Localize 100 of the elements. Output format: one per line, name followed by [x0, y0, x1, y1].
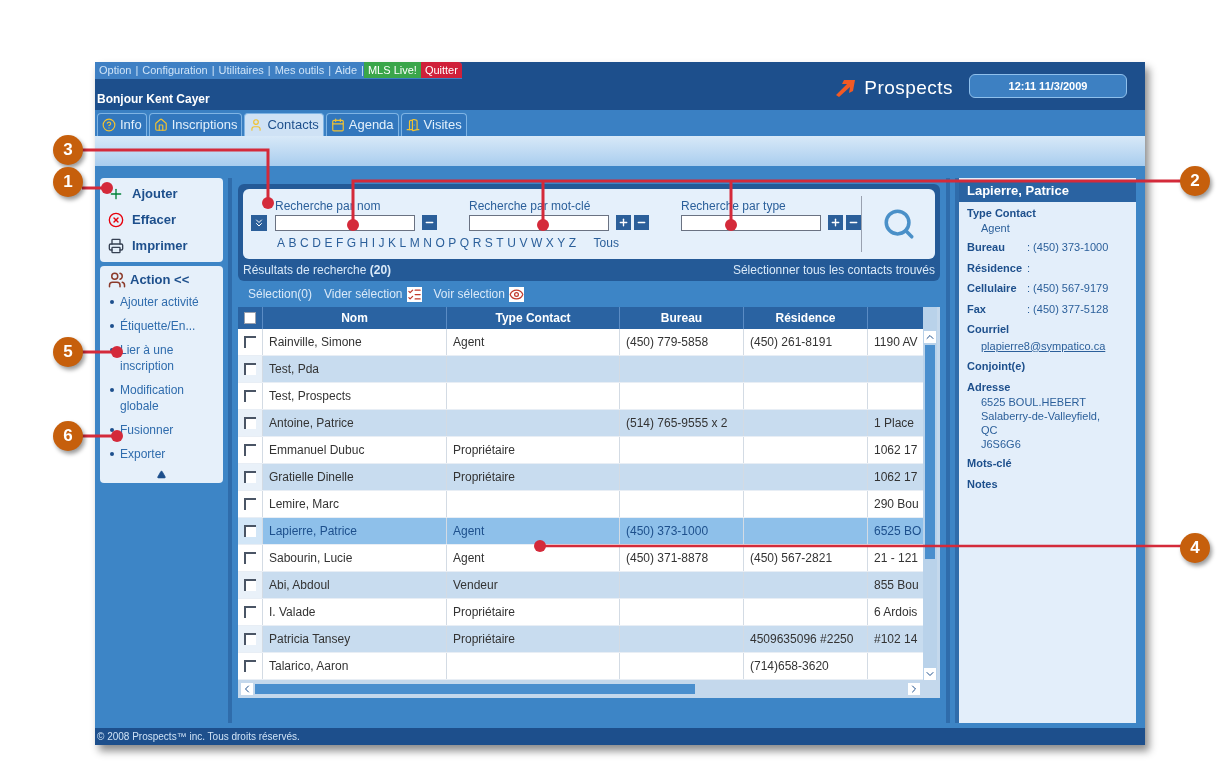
action-link[interactable]: Ajouter activité: [120, 293, 206, 310]
email-link[interactable]: plapierre8@sympatico.ca: [967, 337, 1128, 354]
menu-link[interactable]: Configuration: [138, 62, 212, 79]
action-link[interactable]: Étiquette/En...: [120, 317, 206, 334]
table-row[interactable]: Patricia Tansey Propriétaire 4509635096 #2250 #102 14: [238, 626, 923, 653]
sidebar-button[interactable]: Ajouter: [108, 182, 215, 206]
letter-link[interactable]: M: [409, 233, 421, 252]
menu-link[interactable]: Quitter: [420, 62, 462, 79]
row-checkbox[interactable]: [244, 417, 256, 429]
field-label: Type Contact: [967, 205, 1037, 221]
letter-link[interactable]: W: [530, 233, 543, 252]
cross-circle-icon: [108, 212, 124, 228]
menu-link[interactable]: Aide: [331, 62, 362, 79]
row-checkbox[interactable]: [244, 363, 256, 375]
letter-link[interactable]: S: [484, 233, 494, 252]
letter-link[interactable]: H: [359, 233, 369, 252]
search-field[interactable]: [469, 214, 609, 231]
letter-link[interactable]: R: [472, 233, 482, 252]
table-row[interactable]: Test, Pda: [238, 356, 923, 383]
letter-link[interactable]: A: [277, 233, 286, 252]
search-icon[interactable]: [882, 207, 916, 241]
table-row[interactable]: Test, Prospects: [238, 383, 923, 410]
expand-button[interactable]: [251, 214, 267, 231]
letter-link[interactable]: U: [507, 233, 517, 252]
table-row[interactable]: Emmanuel Dubuc Propriétaire 1062 17: [238, 437, 923, 464]
remove-button[interactable]: [846, 215, 861, 230]
greeting: Bonjour Kent Cayer: [97, 90, 211, 108]
letter-link[interactable]: L: [399, 233, 407, 252]
letter-link[interactable]: P: [448, 233, 457, 252]
table-cell-text: Test, Pda: [269, 361, 320, 378]
field-value: Salaberry-de-Valleyfield,: [980, 409, 1102, 423]
letter-link[interactable]: I: [371, 233, 376, 252]
letter-link[interactable]: Tous: [593, 233, 619, 252]
letter-link[interactable]: G: [346, 233, 357, 252]
action-link[interactable]: Exporter: [120, 445, 206, 462]
tab[interactable]: Visites: [400, 113, 467, 136]
table-row[interactable]: Sabourin, Lucie Agent (450) 371-8878 (450) 567-2821 21 - 121: [238, 545, 923, 572]
letter-link[interactable]: E: [324, 233, 333, 252]
row-checkbox[interactable]: [244, 633, 256, 645]
action-link[interactable]: Fusionner: [120, 421, 206, 438]
table-cell-text: Propriétaire: [453, 469, 516, 486]
row-checkbox[interactable]: [244, 471, 256, 483]
menu-separator: |: [135, 63, 139, 78]
table-row[interactable]: Lapierre, Patrice Agent (450) 373-1000 6525 BO: [238, 518, 923, 545]
search-field[interactable]: [681, 214, 821, 231]
add-button[interactable]: [828, 215, 843, 230]
letter-link[interactable]: O: [435, 233, 446, 252]
select-all-link[interactable]: Sélectionner tous les contacts trouvés: [732, 261, 935, 279]
table-row[interactable]: Talarico, Aaron (714)658-3620: [238, 653, 923, 680]
letter-link[interactable]: K: [388, 233, 397, 252]
table-cell-text: Emmanuel Dubuc: [269, 442, 365, 459]
menu-link[interactable]: Mes outils: [270, 62, 329, 79]
menu-link[interactable]: MLS Live!: [363, 62, 421, 79]
letter-link[interactable]: V: [519, 233, 528, 252]
add-button[interactable]: [616, 215, 631, 230]
double-chevron-icon: [253, 216, 265, 229]
letter-link[interactable]: N: [423, 233, 433, 252]
letter-link[interactable]: Y: [557, 233, 566, 252]
letter-link[interactable]: C: [300, 233, 310, 252]
sidebar-button[interactable]: Effacer: [108, 208, 215, 232]
letter-link[interactable]: B: [288, 233, 298, 252]
sidebar-button[interactable]: Imprimer: [108, 234, 215, 258]
callout-badge: 5: [53, 337, 83, 367]
table-cell-text: (450) 567-2821: [750, 550, 833, 567]
menu-link[interactable]: Option: [95, 62, 136, 79]
row-checkbox[interactable]: [244, 579, 256, 591]
search-field[interactable]: [275, 214, 415, 231]
letter-link[interactable]: J: [378, 233, 386, 252]
letter-link[interactable]: Q: [459, 233, 470, 252]
letter-link[interactable]: Z: [568, 233, 577, 252]
table-cell-text: Antoine, Patrice: [269, 415, 354, 432]
table-row[interactable]: Lemire, Marc 290 Bou: [238, 491, 923, 518]
table-cell-text: Patricia Tansey: [269, 631, 351, 648]
table-row[interactable]: Abi, Abdoul Vendeur 855 Bou: [238, 572, 923, 599]
letter-link[interactable]: D: [312, 233, 322, 252]
header-checkbox[interactable]: [244, 312, 256, 324]
field-value: : (450) 377-5128: [1027, 301, 1109, 317]
table-row[interactable]: Rainville, Simone Agent (450) 779-5858 (450) 261-8191 1190 AV: [238, 329, 923, 356]
field-label: Résidence: [967, 260, 1024, 276]
clear-selection-link[interactable]: Vider sélection: [324, 285, 422, 303]
letter-link[interactable]: F: [335, 233, 344, 252]
table-row[interactable]: I. Valade Propriétaire 6 Ardois: [238, 599, 923, 626]
tab[interactable]: Agenda: [325, 113, 399, 136]
remove-button[interactable]: [634, 215, 649, 230]
remove-button[interactable]: [422, 215, 437, 230]
bullet-icon: [110, 323, 114, 328]
letter-link[interactable]: T: [496, 233, 505, 252]
action-link[interactable]: Modification globale: [120, 381, 206, 414]
row-checkbox[interactable]: [244, 525, 256, 537]
field-value: : (450) 567-9179: [1027, 281, 1109, 296]
tab[interactable]: Inscriptions: [148, 113, 243, 136]
letter-link[interactable]: X: [545, 233, 555, 252]
tab[interactable]: Info: [97, 113, 147, 136]
table-row[interactable]: Gratielle Dinelle Propriétaire 1062 17: [238, 464, 923, 491]
menu-link[interactable]: Utilitaires: [214, 62, 268, 79]
tab[interactable]: Contacts: [244, 113, 324, 136]
view-selection-link[interactable]: Voir sélection: [433, 285, 524, 303]
field-value: 6525 BOUL.HEBERT: [980, 395, 1087, 409]
table-row[interactable]: Antoine, Patrice (514) 765-9555 x 2 1 Place: [238, 410, 923, 437]
selection-count[interactable]: Sélection(0): [248, 285, 313, 303]
